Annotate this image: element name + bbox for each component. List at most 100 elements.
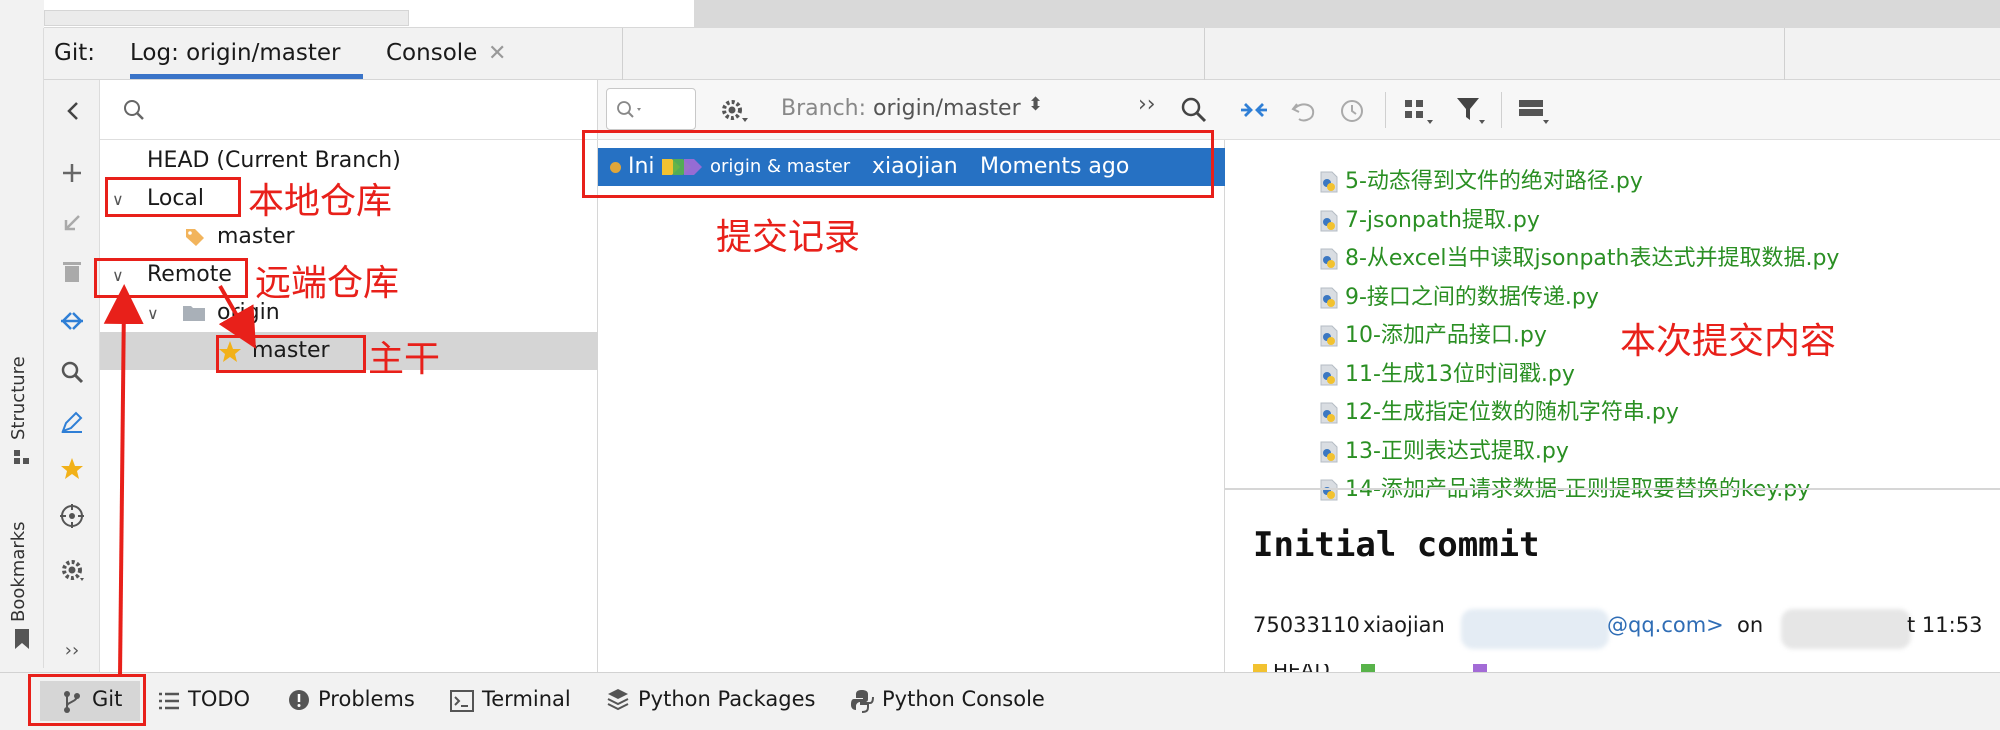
redacted-date	[1781, 609, 1911, 649]
filter-icon[interactable]	[1455, 96, 1487, 126]
refs-head: HEAD	[1273, 664, 1330, 672]
chevron-down-icon[interactable]: ∨	[147, 295, 159, 333]
structure-icon[interactable]	[12, 448, 32, 468]
terminal-tool-button[interactable]: Terminal	[482, 687, 571, 711]
python-file-icon	[1320, 210, 1338, 231]
annotation-box-local	[105, 177, 241, 217]
branches-toolbar: ››	[44, 80, 100, 672]
commit-meta: 75033110 xiaojian @qq.com> on t 11:53	[1253, 609, 1993, 649]
branch-search-field[interactable]	[100, 80, 598, 140]
add-icon[interactable]	[61, 162, 83, 184]
structure-tab[interactable]: Structure	[8, 356, 29, 440]
target-icon[interactable]	[60, 504, 84, 528]
back-icon[interactable]	[62, 100, 84, 122]
file-list-item[interactable]: 12-生成指定位数的随机字符串.py	[1320, 394, 1679, 432]
edit-icon[interactable]	[60, 410, 84, 434]
group-by-icon[interactable]	[1403, 98, 1435, 126]
settings-icon[interactable]	[720, 98, 750, 124]
file-list-item[interactable]: 11-生成13位时间戳.py	[1320, 356, 1575, 394]
divider	[1225, 488, 2000, 490]
expand-icon[interactable]: ››	[44, 640, 100, 661]
file-list-item[interactable]: 9-接口之间的数据传递.py	[1320, 279, 1599, 317]
horizontal-scrollbar[interactable]	[44, 10, 409, 26]
folder-icon	[183, 306, 205, 321]
problems-tool-button[interactable]: Problems	[318, 687, 415, 711]
python-console-tool-button[interactable]: Python Console	[882, 687, 1045, 711]
tab-console[interactable]: Console	[386, 40, 477, 66]
commit-on-label: on	[1737, 613, 1764, 637]
commit-email[interactable]: @qq.com>	[1607, 613, 1724, 637]
divider	[1784, 28, 1785, 80]
annotation-local-repo: 本地仓库	[248, 181, 393, 222]
active-tab-indicator	[130, 74, 363, 79]
file-list-item[interactable]: 7-jsonpath提取.py	[1320, 202, 1540, 240]
close-icon[interactable]: ✕	[488, 41, 506, 66]
file-list-item[interactable]: 13-正则表达式提取.py	[1320, 433, 1569, 471]
bookmark-icon[interactable]	[14, 628, 30, 650]
annotation-box-git	[28, 674, 146, 726]
collapse-icon[interactable]	[1239, 96, 1269, 124]
details-toolbar	[1225, 80, 2000, 140]
search-icon[interactable]	[1180, 96, 1208, 124]
python-file-icon	[1320, 364, 1338, 385]
annotation-box-master	[216, 335, 366, 373]
bookmarks-tab[interactable]: Bookmarks	[8, 521, 29, 622]
python-file-icon	[1320, 402, 1338, 424]
file-list-item[interactable]: 8-从excel当中读取jsonpath表达式并提取数据.py	[1320, 240, 1839, 278]
layout-icon[interactable]	[1517, 98, 1551, 126]
divider	[622, 28, 623, 80]
python-file-icon	[1320, 171, 1338, 193]
search-icon	[124, 100, 144, 120]
settings-icon[interactable]	[60, 558, 86, 584]
tag-icon	[1361, 664, 1375, 672]
file-list-item[interactable]: 5-动态得到文件的绝对路径.py	[1320, 163, 1643, 201]
list-icon	[159, 692, 179, 710]
python-packages-tool-button[interactable]: Python Packages	[638, 687, 815, 711]
editor-tab-area-right	[694, 0, 2000, 28]
fetch-icon[interactable]	[59, 310, 85, 332]
commit-hash: 75033110	[1253, 613, 1360, 637]
search-icon[interactable]	[60, 360, 84, 384]
expand-icon[interactable]: ››	[1138, 92, 1156, 117]
delete-icon[interactable]	[62, 260, 82, 284]
editor-tab-strip	[0, 0, 2000, 28]
python-file-icon	[1320, 325, 1338, 347]
commit-details-panel: 5-动态得到文件的绝对路径.py 7-jsonpath提取.py 8-从excel当…	[1225, 80, 2000, 672]
file-name: 7-jsonpath提取.py	[1345, 207, 1540, 233]
file-name: 13-正则表达式提取.py	[1345, 438, 1569, 464]
favorite-icon[interactable]	[59, 456, 85, 482]
checkout-icon[interactable]	[61, 212, 83, 234]
file-name: 12-生成指定位数的随机字符串.py	[1345, 400, 1679, 425]
history-icon[interactable]	[1339, 98, 1365, 124]
divider	[1501, 92, 1502, 128]
sort-arrows-icon[interactable]: ⬍	[1028, 94, 1043, 115]
search-icon	[617, 101, 641, 118]
annotation-box-remote	[94, 258, 248, 298]
tag-icon	[1473, 664, 1487, 672]
layers-icon	[607, 689, 629, 711]
commit-refs-line: HEAD	[1253, 664, 1653, 672]
revert-icon[interactable]	[1291, 98, 1319, 124]
log-search-input[interactable]	[606, 88, 696, 130]
tab-log[interactable]: Log: origin/master	[130, 40, 340, 66]
annotation-commit-record: 提交记录	[716, 217, 861, 258]
file-name: 11-生成13位时间戳.py	[1345, 361, 1575, 387]
divider	[1385, 92, 1386, 128]
commit-title: Initial commit	[1253, 525, 1540, 565]
file-name: 5-动态得到文件的绝对路径.py	[1345, 169, 1643, 194]
branch-filter-value[interactable]: origin/master	[873, 96, 1021, 121]
left-tool-stripe: Structure Bookmarks	[0, 28, 44, 668]
file-name: 10-添加产品接口.py	[1345, 323, 1547, 348]
annotation-box-commit	[582, 130, 1214, 198]
annotation-remote-repo: 远端仓库	[255, 263, 400, 304]
tool-window-tabs: Git: Log: origin/master Console ✕	[44, 28, 2000, 80]
file-list-item[interactable]: 14-添加产品请求数据-正则提取要替换的key.py	[1320, 471, 1810, 509]
problems-icon	[289, 690, 309, 710]
annotation-commit-content: 本次提交内容	[1620, 321, 1837, 362]
branch-filter-label[interactable]: Branch:	[781, 96, 866, 121]
branches-panel: HEAD (Current Branch) ∨ Local master ∨ R…	[100, 80, 598, 672]
python-file-icon	[1320, 479, 1338, 501]
file-list-item[interactable]: 10-添加产品接口.py	[1320, 317, 1547, 355]
annotation-trunk: 主干	[368, 339, 441, 380]
todo-tool-button[interactable]: TODO	[188, 687, 250, 711]
